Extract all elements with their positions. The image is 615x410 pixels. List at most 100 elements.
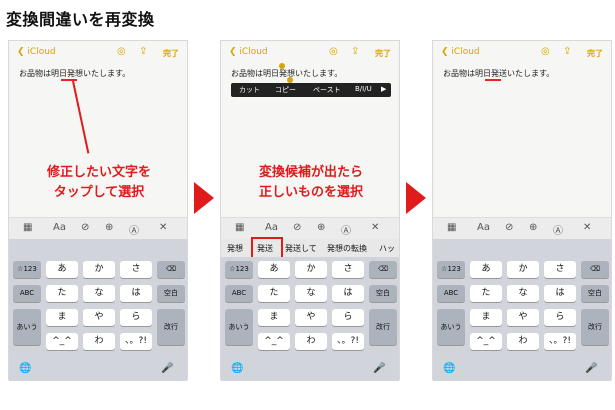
space-key[interactable]: 空白 bbox=[369, 285, 397, 302]
candidate-item[interactable]: 発想 bbox=[227, 243, 243, 254]
return-key[interactable]: 改行 bbox=[581, 309, 609, 345]
key-sa[interactable]: さ bbox=[120, 261, 152, 278]
key-ra[interactable]: ら bbox=[332, 309, 364, 326]
cut-button[interactable]: カット bbox=[239, 85, 260, 95]
key-a[interactable]: あ bbox=[258, 261, 290, 278]
mic-icon[interactable]: 🎤 bbox=[373, 363, 385, 374]
table-icon[interactable]: ▦ bbox=[23, 222, 32, 233]
key-ya[interactable]: や bbox=[295, 309, 327, 326]
collaborate-icon[interactable]: ◎ bbox=[541, 46, 550, 57]
key-ta[interactable]: た bbox=[46, 285, 78, 302]
key-punct[interactable]: 、。?! bbox=[544, 333, 576, 350]
key-numbers[interactable]: ☆123 bbox=[13, 261, 41, 278]
key-na[interactable]: な bbox=[83, 285, 115, 302]
key-ta[interactable]: た bbox=[470, 285, 502, 302]
mic-icon[interactable]: 🎤 bbox=[585, 363, 597, 374]
table-icon[interactable]: ▦ bbox=[235, 222, 244, 233]
candidate-item[interactable]: ハッ bbox=[379, 243, 395, 254]
key-sa[interactable]: さ bbox=[544, 261, 576, 278]
checklist-icon[interactable]: ⊘ bbox=[293, 222, 301, 233]
text-style-icon[interactable]: Aa bbox=[477, 222, 490, 233]
key-emoticon[interactable]: ^_^ bbox=[470, 333, 502, 350]
space-key[interactable]: 空白 bbox=[581, 285, 609, 302]
collaborate-icon[interactable]: ◎ bbox=[329, 46, 338, 57]
close-icon[interactable]: ✕ bbox=[371, 222, 379, 233]
key-wa[interactable]: わ bbox=[83, 333, 115, 350]
key-ma[interactable]: ま bbox=[470, 309, 502, 326]
key-ya[interactable]: や bbox=[507, 309, 539, 326]
share-icon[interactable]: ⇪ bbox=[139, 46, 147, 57]
key-ma[interactable]: ま bbox=[46, 309, 78, 326]
key-kana[interactable]: あいう bbox=[13, 309, 41, 345]
markup-icon[interactable]: Ⓐ bbox=[553, 222, 563, 237]
key-ka[interactable]: か bbox=[295, 261, 327, 278]
key-emoticon[interactable]: ^_^ bbox=[258, 333, 290, 350]
note-text[interactable]: お品物は明日発送いたします。 bbox=[443, 68, 554, 79]
key-ra[interactable]: ら bbox=[544, 309, 576, 326]
key-ha[interactable]: は bbox=[332, 285, 364, 302]
globe-icon[interactable]: 🌐 bbox=[443, 363, 455, 374]
key-kana[interactable]: あいう bbox=[437, 309, 465, 345]
key-ha[interactable]: は bbox=[544, 285, 576, 302]
add-icon[interactable]: ⊕ bbox=[529, 222, 537, 233]
key-ka[interactable]: か bbox=[83, 261, 115, 278]
selection-handle[interactable] bbox=[279, 63, 285, 69]
share-icon[interactable]: ⇪ bbox=[351, 46, 359, 57]
paste-button[interactable]: ペースト bbox=[313, 85, 341, 95]
checklist-icon[interactable]: ⊘ bbox=[81, 222, 89, 233]
text-style-icon[interactable]: Aa bbox=[53, 222, 66, 233]
delete-key[interactable]: ⌫ bbox=[369, 261, 397, 278]
key-wa[interactable]: わ bbox=[507, 333, 539, 350]
key-a[interactable]: あ bbox=[46, 261, 78, 278]
key-numbers[interactable]: ☆123 bbox=[437, 261, 465, 278]
key-sa[interactable]: さ bbox=[332, 261, 364, 278]
delete-key[interactable]: ⌫ bbox=[157, 261, 185, 278]
done-button[interactable]: 完了 bbox=[375, 48, 391, 59]
key-abc[interactable]: ABC bbox=[13, 285, 41, 302]
collaborate-icon[interactable]: ◎ bbox=[117, 46, 126, 57]
key-numbers[interactable]: ☆123 bbox=[225, 261, 253, 278]
close-icon[interactable]: ✕ bbox=[159, 222, 167, 233]
key-abc[interactable]: ABC bbox=[437, 285, 465, 302]
done-button[interactable]: 完了 bbox=[163, 48, 179, 59]
back-button[interactable]: ❮ iCloud bbox=[229, 47, 268, 57]
key-ka[interactable]: か bbox=[507, 261, 539, 278]
checklist-icon[interactable]: ⊘ bbox=[505, 222, 513, 233]
space-key[interactable]: 空白 bbox=[157, 285, 185, 302]
add-icon[interactable]: ⊕ bbox=[105, 222, 113, 233]
globe-icon[interactable]: 🌐 bbox=[231, 363, 243, 374]
delete-key[interactable]: ⌫ bbox=[581, 261, 609, 278]
key-na[interactable]: な bbox=[295, 285, 327, 302]
key-wa[interactable]: わ bbox=[295, 333, 327, 350]
table-icon[interactable]: ▦ bbox=[447, 222, 456, 233]
key-na[interactable]: な bbox=[507, 285, 539, 302]
key-punct[interactable]: 、。?! bbox=[332, 333, 364, 350]
key-abc[interactable]: ABC bbox=[225, 285, 253, 302]
key-a[interactable]: あ bbox=[470, 261, 502, 278]
mic-icon[interactable]: 🎤 bbox=[161, 363, 173, 374]
key-ya[interactable]: や bbox=[83, 309, 115, 326]
note-text[interactable]: お品物は明日発想いたします。 bbox=[19, 68, 130, 79]
back-button[interactable]: ❮ iCloud bbox=[441, 47, 480, 57]
share-icon[interactable]: ⇪ bbox=[563, 46, 571, 57]
back-button[interactable]: ❮ iCloud bbox=[17, 47, 56, 57]
format-button[interactable]: B/I/U bbox=[355, 85, 372, 93]
key-ma[interactable]: ま bbox=[258, 309, 290, 326]
copy-button[interactable]: コピー bbox=[275, 85, 296, 95]
done-button[interactable]: 完了 bbox=[587, 48, 603, 59]
key-ha[interactable]: は bbox=[120, 285, 152, 302]
return-key[interactable]: 改行 bbox=[157, 309, 185, 345]
key-emoticon[interactable]: ^_^ bbox=[46, 333, 78, 350]
markup-icon[interactable]: Ⓐ bbox=[129, 222, 139, 237]
key-ra[interactable]: ら bbox=[120, 309, 152, 326]
candidate-item[interactable]: 発送して bbox=[285, 243, 317, 254]
add-icon[interactable]: ⊕ bbox=[317, 222, 325, 233]
return-key[interactable]: 改行 bbox=[369, 309, 397, 345]
text-style-icon[interactable]: Aa bbox=[265, 222, 278, 233]
globe-icon[interactable]: 🌐 bbox=[19, 363, 31, 374]
close-icon[interactable]: ✕ bbox=[583, 222, 591, 233]
markup-icon[interactable]: Ⓐ bbox=[341, 222, 351, 237]
candidate-item[interactable]: 発想の転換 bbox=[327, 243, 367, 254]
key-punct[interactable]: 、。?! bbox=[120, 333, 152, 350]
key-ta[interactable]: た bbox=[258, 285, 290, 302]
